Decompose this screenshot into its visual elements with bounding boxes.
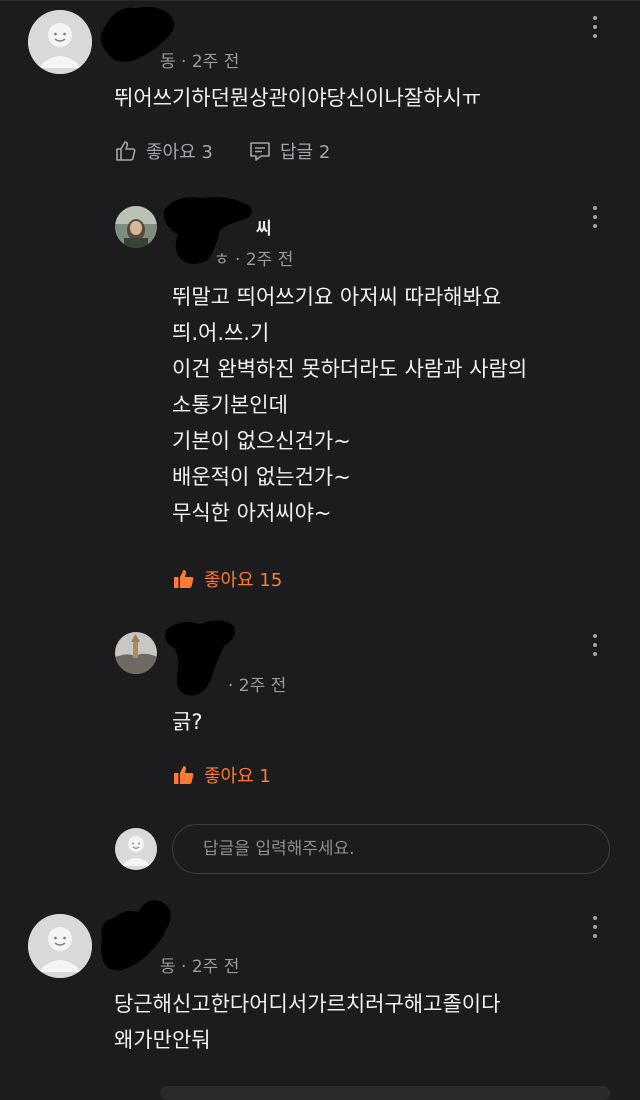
more-options-icon[interactable]: [590, 634, 600, 658]
comment-text: 뛰어쓰기하던뭔상관이야당신이나잘하시ㅠ: [114, 86, 482, 110]
thumbs-up-icon: [174, 765, 194, 784]
like-count: 좋아요 1: [204, 766, 271, 787]
my-avatar: [115, 828, 157, 870]
more-options-icon[interactable]: [590, 206, 600, 230]
comment-meta: ㅎ · 2주 전: [214, 250, 294, 270]
thumbs-up-icon: [116, 141, 136, 161]
reply-button[interactable]: 답글 2: [248, 138, 330, 164]
like-button[interactable]: 좋아요 3: [114, 138, 213, 164]
comment-text: 긁?: [172, 710, 203, 734]
author-name[interactable]: 씨: [256, 214, 272, 239]
reply-input[interactable]: 답글을 입력해주세요.: [172, 824, 610, 874]
reply-count: 답글 2: [280, 142, 331, 163]
avatar[interactable]: [115, 206, 157, 248]
like-button[interactable]: 좋아요 15: [172, 566, 282, 592]
comment-text: 당근해신고한다어디서가르치러구해고졸이다 왜가만안둬: [114, 992, 501, 1052]
avatar[interactable]: [28, 10, 92, 74]
comment-meta: 동 · 2주 전: [160, 52, 240, 72]
like-button[interactable]: 좋아요 1: [172, 762, 271, 788]
next-item-edge: [160, 1086, 610, 1100]
thumbs-up-icon: [174, 569, 194, 588]
comment-meta: 동 · 2주 전: [160, 957, 240, 977]
more-options-icon[interactable]: [590, 916, 600, 940]
more-options-icon[interactable]: [590, 16, 600, 40]
avatar[interactable]: [115, 632, 157, 674]
comment-icon: [250, 142, 270, 161]
comment-text: 뛰말고 띄어쓰기요 아저씨 따라해봐요 띄.어.쓰.기 이건 완벽하진 못하더라…: [172, 285, 528, 525]
like-count: 좋아요 15: [204, 570, 283, 591]
like-count: 좋아요 3: [146, 142, 213, 163]
avatar[interactable]: [28, 914, 92, 978]
comment-meta: · 2주 전: [228, 676, 287, 696]
